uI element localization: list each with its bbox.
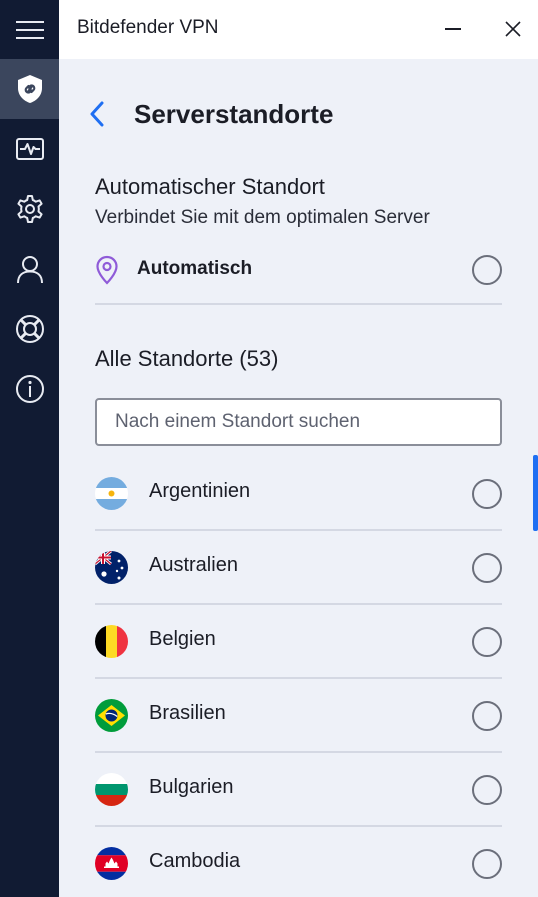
location-row-argentinien[interactable]: Argentinien (95, 457, 502, 531)
sidebar-item-account[interactable] (0, 239, 59, 299)
bulgaria-flag-icon (95, 773, 128, 806)
gear-icon (16, 195, 43, 223)
back-button[interactable] (85, 99, 109, 129)
location-row-belgien[interactable]: Belgien (95, 605, 502, 679)
brazil-flag-icon (95, 699, 128, 732)
close-button[interactable] (498, 14, 528, 44)
cambodia-flag-icon (95, 847, 128, 880)
info-icon (15, 375, 44, 403)
location-name: Brasilien (149, 702, 226, 724)
app-title: Bitdefender VPN (77, 17, 219, 38)
location-search-input[interactable] (95, 398, 502, 446)
location-radio[interactable] (472, 553, 502, 583)
lifebuoy-icon (15, 315, 44, 343)
sidebar-item-about[interactable] (0, 359, 59, 419)
location-radio[interactable] (472, 627, 502, 657)
page-title: Serverstandorte (134, 99, 334, 129)
location-row-brasilien[interactable]: Brasilien (95, 679, 502, 753)
belgium-flag-icon (95, 625, 128, 658)
auto-section-title: Automatischer Standort (95, 174, 325, 199)
argentina-flag-icon (95, 477, 128, 510)
location-name: Australien (149, 554, 238, 576)
all-locations-title: Alle Standorte (53) (95, 346, 279, 371)
location-pin-icon (96, 255, 118, 285)
sidebar-item-protection[interactable] (0, 59, 59, 119)
location-name: Bulgarien (149, 776, 234, 798)
automatic-radio[interactable] (472, 255, 502, 285)
location-radio[interactable] (472, 701, 502, 731)
minimize-button[interactable] (438, 14, 468, 44)
title-bar: Bitdefender VPN (59, 0, 538, 59)
scrollbar-thumb[interactable] (533, 455, 538, 531)
chevron-left-icon (90, 101, 104, 127)
location-radio[interactable] (472, 849, 502, 879)
close-icon (505, 21, 521, 37)
automatic-location-option[interactable]: Automatisch (95, 249, 502, 305)
sidebar (0, 0, 59, 897)
location-name: Argentinien (149, 480, 251, 502)
location-row-australien[interactable]: Australien (95, 531, 502, 605)
location-name: Belgien (149, 628, 216, 650)
location-radio[interactable] (472, 479, 502, 509)
user-icon (16, 256, 43, 284)
hamburger-menu-button[interactable] (0, 0, 59, 59)
sidebar-item-support[interactable] (0, 299, 59, 359)
location-row-cambodia[interactable]: Cambodia (95, 827, 502, 897)
location-row-bulgarien[interactable]: Bulgarien (95, 753, 502, 827)
sidebar-item-settings[interactable] (0, 179, 59, 239)
location-name: Cambodia (149, 850, 241, 872)
location-radio[interactable] (472, 775, 502, 805)
australia-flag-icon (95, 551, 128, 584)
minimize-icon (445, 28, 461, 30)
location-list: Argentinien Australien Belgien Brasilien… (95, 457, 502, 897)
auto-section-subtitle: Verbindet Sie mit dem optimalen Server (95, 207, 430, 228)
hamburger-icon (15, 20, 44, 39)
shield-link-icon (17, 75, 42, 103)
automatic-option-label: Automatisch (137, 258, 253, 279)
main-content: Serverstandorte Automatischer Standort V… (59, 59, 538, 897)
sidebar-item-activity[interactable] (0, 119, 59, 179)
activity-monitor-icon (15, 138, 44, 160)
